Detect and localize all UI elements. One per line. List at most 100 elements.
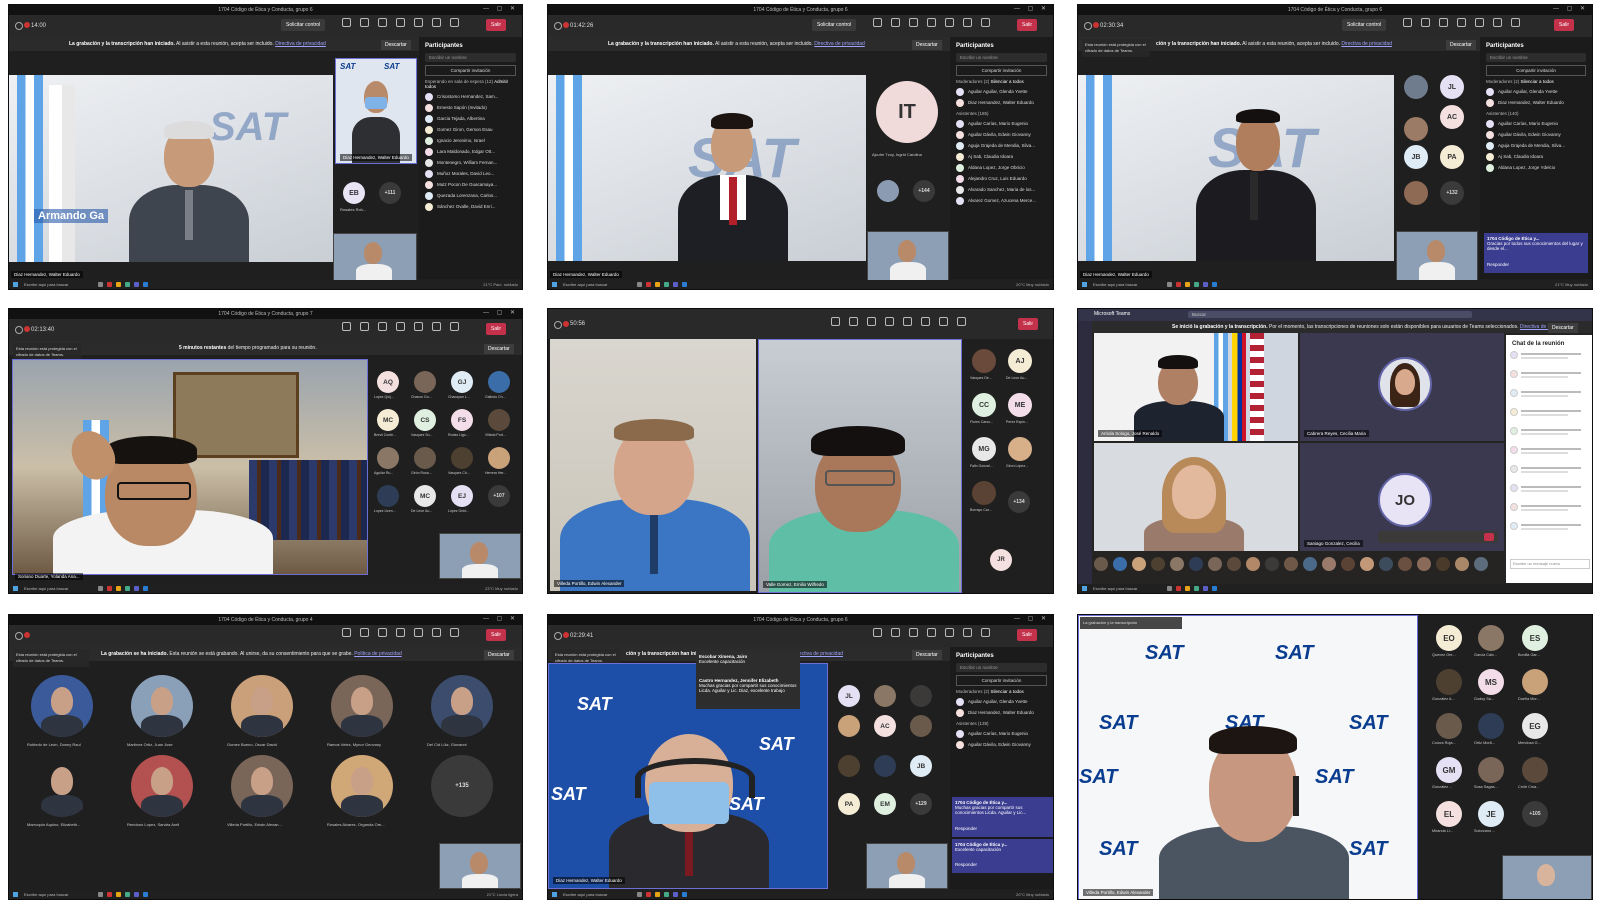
- participant-row[interactable]: Aguilar Carías, Mario Eugenio: [956, 118, 1047, 129]
- people-icon[interactable]: [872, 628, 883, 642]
- chat-icon[interactable]: [1420, 18, 1431, 32]
- avatar[interactable]: EG: [1522, 713, 1548, 739]
- dismiss-button[interactable]: Descartar: [484, 650, 514, 660]
- avatar[interactable]: PA: [838, 793, 860, 815]
- privacy-link[interactable]: Política de privacidad: [354, 651, 402, 657]
- avatar[interactable]: EM: [874, 793, 896, 815]
- avatar[interactable]: JL: [1440, 75, 1464, 99]
- taskbar-search[interactable]: Escribe aquí para buscar: [24, 892, 94, 897]
- chat-notification[interactable]: 1704 Código de Ética y... Muchas gracias…: [952, 797, 1053, 825]
- participant-row[interactable]: Sánchez Ovalle, David Enri...: [425, 201, 516, 212]
- taskbar-search[interactable]: Escribe aquí para buscar: [24, 282, 94, 287]
- participant-photo[interactable]: [488, 447, 510, 469]
- avatar[interactable]: AJ: [1008, 349, 1032, 373]
- participant-photo[interactable]: [1478, 713, 1504, 739]
- weather-widget[interactable]: 23°C Muy nublado: [485, 586, 518, 591]
- hangup-icon[interactable]: [1484, 533, 1494, 541]
- window-controls[interactable]: — ▢ ✕: [1014, 5, 1049, 12]
- chat-input[interactable]: Escribe un mensaje nuevo: [1510, 559, 1590, 569]
- participant-photo[interactable]: [31, 675, 93, 737]
- more-participants[interactable]: +144: [913, 180, 935, 202]
- more-participants[interactable]: +107: [488, 485, 510, 507]
- window-controls[interactable]: — ▢ ✕: [483, 5, 518, 12]
- participant-photo[interactable]: [910, 685, 932, 707]
- more-icon[interactable]: [902, 317, 913, 331]
- chat-icon[interactable]: [890, 628, 901, 642]
- participant-row[interactable]: Diaz Hernandez, Walter Eduardo: [1486, 97, 1586, 108]
- window-controls[interactable]: — ▢ ✕: [483, 309, 518, 316]
- avatar[interactable]: EJ: [451, 485, 473, 507]
- more-icon[interactable]: [395, 322, 406, 336]
- mute-all-button[interactable]: Silenciar a todos: [1521, 79, 1554, 84]
- windows-icon[interactable]: [552, 892, 557, 897]
- more-icon[interactable]: [926, 628, 937, 642]
- privacy-link[interactable]: Directiva de privacidad: [275, 41, 326, 47]
- share-icon[interactable]: [449, 18, 460, 32]
- share-icon[interactable]: [449, 322, 460, 336]
- participant-photo[interactable]: [874, 685, 896, 707]
- windows-icon[interactable]: [552, 282, 557, 287]
- participant-photo[interactable]: [1132, 557, 1146, 571]
- participant-row[interactable]: Aguilar Aguilar, Glenda Yvette: [1486, 86, 1586, 97]
- chat-icon[interactable]: [359, 18, 370, 32]
- reactions-icon[interactable]: [908, 628, 919, 642]
- participant-row[interactable]: Aguilar Dávila, Edwin Giovanny: [1486, 129, 1586, 140]
- avatar[interactable]: FS: [451, 409, 473, 431]
- participant-row[interactable]: Muñoz Morales, David Leo...: [425, 168, 516, 179]
- participant-photo[interactable]: [414, 371, 436, 393]
- participant-row[interactable]: Quezada Lorenzana, Carlos...: [425, 190, 516, 201]
- avatar[interactable]: MC: [377, 409, 399, 431]
- reactions-icon[interactable]: [377, 628, 388, 642]
- participant-row[interactable]: Aldana Lopez, Jorge Obricio: [956, 162, 1047, 173]
- participant-photo[interactable]: [874, 755, 896, 777]
- participant-photo[interactable]: [1436, 713, 1462, 739]
- avatar[interactable]: EO: [1436, 625, 1462, 651]
- participant-row[interactable]: Gomez Giron, Gerson Esau: [425, 124, 516, 135]
- avatar[interactable]: PA: [1440, 145, 1464, 169]
- participant-photo[interactable]: [972, 349, 996, 373]
- window-controls[interactable]: — ▢ ✕: [483, 615, 518, 622]
- taskbar-search[interactable]: Escribe aquí para buscar: [563, 892, 633, 897]
- taskbar-search[interactable]: Escribe aquí para buscar: [1093, 586, 1163, 591]
- participant-row[interactable]: Alvarado Sanchez, Maria de los...: [956, 184, 1047, 195]
- mic-icon[interactable]: [962, 628, 973, 642]
- camera-icon[interactable]: [413, 322, 424, 336]
- participant-search[interactable]: Escribir un nombre: [1486, 53, 1586, 62]
- participant-photo[interactable]: [1478, 625, 1504, 651]
- people-icon[interactable]: [830, 317, 841, 331]
- taskbar-search[interactable]: Escribe aquí para buscar: [1093, 282, 1163, 287]
- share-invite-button[interactable]: Compartir invitación: [956, 65, 1047, 76]
- dismiss-button[interactable]: Descartar: [1548, 323, 1578, 333]
- avatar[interactable]: GM: [1436, 757, 1462, 783]
- participant-photo[interactable]: [972, 481, 996, 505]
- mute-all-button[interactable]: Silenciar a todos: [991, 79, 1024, 84]
- participant-row[interactable]: Aldana Lopez, Jorge Ydelcio: [1486, 162, 1586, 173]
- share-invite-button[interactable]: Compartir invitación: [1486, 65, 1586, 76]
- share-invite-button[interactable]: Compartir invitación: [425, 65, 516, 76]
- participant-photo[interactable]: [1170, 557, 1184, 571]
- share-icon[interactable]: [980, 628, 991, 642]
- people-icon[interactable]: [341, 628, 352, 642]
- windows-icon[interactable]: [13, 586, 18, 591]
- chat-notification[interactable]: 1704 Código de Ética y... Gracias por to…: [1484, 233, 1588, 261]
- participant-row[interactable]: Aguilar Dávila, Edwin Giovanny: [956, 739, 1047, 750]
- participant-photo[interactable]: [1208, 557, 1222, 571]
- participant-photo[interactable]: [1404, 117, 1428, 141]
- participant-photo[interactable]: [877, 180, 899, 202]
- participant-photo[interactable]: [488, 371, 510, 393]
- avatar[interactable]: JB: [910, 755, 932, 777]
- camera-icon[interactable]: [1474, 18, 1485, 32]
- avatar[interactable]: JR: [990, 549, 1012, 571]
- camera-icon[interactable]: [944, 18, 955, 32]
- participant-photo[interactable]: [231, 755, 293, 817]
- camera-icon[interactable]: [920, 317, 931, 331]
- avatar[interactable]: JL: [838, 685, 860, 707]
- participant-row[interactable]: Garcia Tejada, Albertina: [425, 113, 516, 124]
- participant-photo[interactable]: [231, 675, 293, 737]
- avatar[interactable]: ME: [1008, 393, 1032, 417]
- participant-photo[interactable]: [1303, 557, 1317, 571]
- participant-row[interactable]: Aj Sab, Claudia Idoara: [956, 151, 1047, 162]
- more-participants[interactable]: +105: [1522, 801, 1548, 827]
- participant-photo[interactable]: [377, 485, 399, 507]
- participant-photo[interactable]: [131, 755, 193, 817]
